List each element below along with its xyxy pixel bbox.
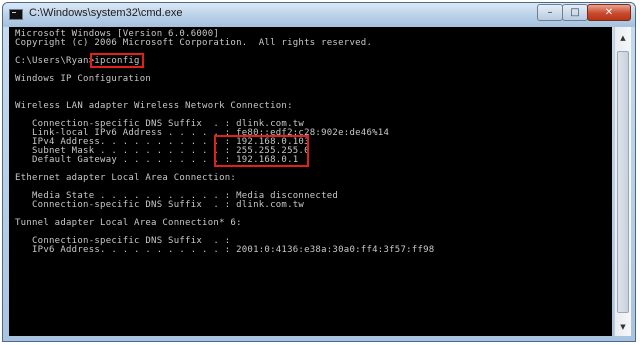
scroll-down-arrow-icon[interactable]: ▼ bbox=[616, 319, 630, 335]
cmd-window: C:\Windows\system32\cmd.exe – □ ✕ Micros… bbox=[2, 2, 636, 342]
ip-address-highlight bbox=[214, 135, 309, 167]
title-bar[interactable]: C:\Windows\system32\cmd.exe – □ ✕ bbox=[3, 3, 635, 27]
cmd-app-icon[interactable] bbox=[9, 9, 23, 20]
scrollbar-thumb[interactable] bbox=[617, 51, 629, 313]
console-line: Tunnel adapter Local Area Connection* 6: bbox=[15, 218, 242, 228]
console-line: IPv6 Address. . . . . . . . . . . : 2001… bbox=[15, 245, 435, 255]
vertical-scrollbar[interactable]: ▲ ▼ bbox=[614, 27, 631, 338]
console-line: Copyright (c) 2006 Microsoft Corporation… bbox=[15, 38, 373, 48]
scroll-up-arrow-icon[interactable]: ▲ bbox=[616, 30, 630, 46]
console-line: Ethernet adapter Local Area Connection: bbox=[15, 173, 237, 183]
window-title: C:\Windows\system32\cmd.exe bbox=[29, 7, 183, 19]
ipconfig-command-highlight bbox=[90, 53, 144, 68]
console-line: Connection-specific DNS Suffix . : dlink… bbox=[15, 200, 305, 210]
window-bottom-border bbox=[3, 336, 635, 341]
minimize-button[interactable]: – bbox=[537, 4, 563, 21]
maximize-button[interactable]: □ bbox=[562, 4, 588, 21]
console-line: Wireless LAN adapter Wireless Network Co… bbox=[15, 101, 293, 111]
console-output[interactable]: Microsoft Windows [Version 6.0.6000] Cop… bbox=[9, 27, 612, 338]
close-button[interactable]: ✕ bbox=[587, 4, 631, 21]
console-line: Windows IP Configuration bbox=[15, 74, 152, 84]
